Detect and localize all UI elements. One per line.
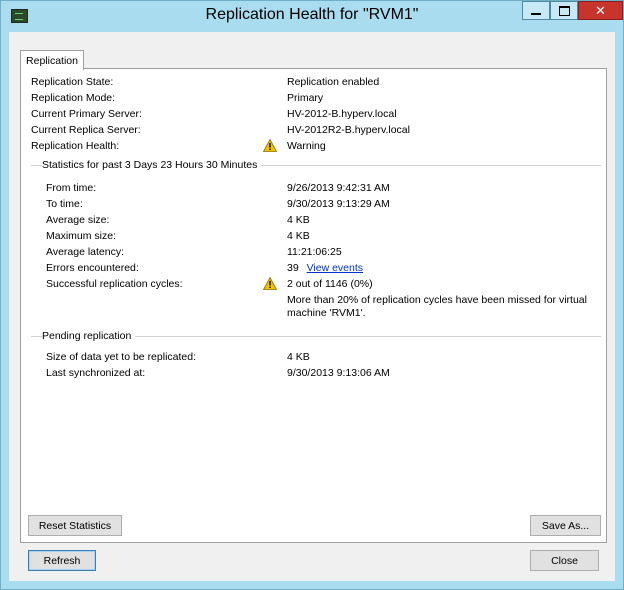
to-time-value: 9/30/2013 9:13:29 AM bbox=[287, 198, 390, 210]
successful-cycles-label: Successful replication cycles: bbox=[46, 278, 183, 290]
last-synchronized-value: 9/30/2013 9:13:06 AM bbox=[287, 367, 390, 379]
dialog-client-area: Replication Replication State: Replicati… bbox=[9, 32, 615, 581]
replica-server-label: Current Replica Server: bbox=[31, 124, 141, 136]
last-synchronized-label: Last synchronized at: bbox=[46, 367, 146, 379]
maximize-button[interactable] bbox=[550, 1, 578, 20]
missed-cycles-note-line2: machine 'RVM1'. bbox=[287, 307, 366, 319]
pending-header: Pending replication bbox=[42, 330, 136, 342]
primary-server-value: HV-2012-B.hyperv.local bbox=[287, 108, 397, 120]
maximum-size-value: 4 KB bbox=[287, 230, 310, 242]
replication-health-label: Replication Health: bbox=[31, 140, 120, 152]
title-bar[interactable]: Replication Health for "RVM1" ✕ bbox=[1, 1, 623, 31]
replication-health-value: Warning bbox=[287, 140, 326, 152]
replica-server-value: HV-2012R2-B.hyperv.local bbox=[287, 124, 410, 136]
from-time-label: From time: bbox=[46, 182, 97, 194]
successful-cycles-value: 2 out of 1146 (0%) bbox=[287, 278, 373, 290]
replication-state-value: Replication enabled bbox=[287, 76, 380, 88]
reset-statistics-button[interactable]: Reset Statistics bbox=[28, 515, 122, 536]
from-time-value: 9/26/2013 9:42:31 AM bbox=[287, 182, 390, 194]
average-size-value: 4 KB bbox=[287, 214, 310, 226]
primary-server-label: Current Primary Server: bbox=[31, 108, 142, 120]
close-button[interactable]: Close bbox=[530, 550, 599, 571]
average-size-label: Average size: bbox=[46, 214, 110, 226]
tab-label: Replication bbox=[26, 54, 78, 67]
close-window-button[interactable]: ✕ bbox=[578, 1, 623, 20]
minimize-button[interactable] bbox=[522, 1, 550, 20]
pending-size-label: Size of data yet to be replicated: bbox=[46, 351, 197, 363]
errors-encountered-label: Errors encountered: bbox=[46, 262, 139, 274]
maximize-icon bbox=[558, 5, 570, 16]
tab-replication[interactable]: Replication bbox=[20, 50, 84, 70]
statistics-header: Statistics for past 3 Days 23 Hours 30 M… bbox=[42, 159, 262, 171]
average-latency-value: 11:21:06:25 bbox=[287, 246, 342, 258]
close-icon: ✕ bbox=[595, 3, 606, 18]
dialog-window: Replication Health for "RVM1" ✕ Replicat… bbox=[0, 0, 624, 590]
replication-mode-label: Replication Mode: bbox=[31, 92, 116, 104]
replication-mode-value: Primary bbox=[287, 92, 324, 104]
minimize-icon bbox=[531, 12, 541, 15]
maximum-size-label: Maximum size: bbox=[46, 230, 117, 242]
view-events-link[interactable]: View events bbox=[307, 262, 363, 274]
average-latency-label: Average latency: bbox=[46, 246, 125, 258]
missed-cycles-note-line1: More than 20% of replication cycles have… bbox=[287, 294, 587, 306]
warning-icon bbox=[263, 139, 277, 152]
warning-icon bbox=[263, 277, 277, 290]
save-as-button[interactable]: Save As... bbox=[530, 515, 601, 536]
replication-tab-panel: Replication State: Replication enabled R… bbox=[20, 68, 607, 543]
errors-count: 39 bbox=[287, 262, 299, 274]
to-time-label: To time: bbox=[46, 198, 83, 210]
replication-state-label: Replication State: bbox=[31, 76, 114, 88]
refresh-button[interactable]: Refresh bbox=[28, 550, 96, 571]
errors-encountered-value: 39 View events bbox=[287, 262, 363, 274]
pending-size-value: 4 KB bbox=[287, 351, 310, 363]
